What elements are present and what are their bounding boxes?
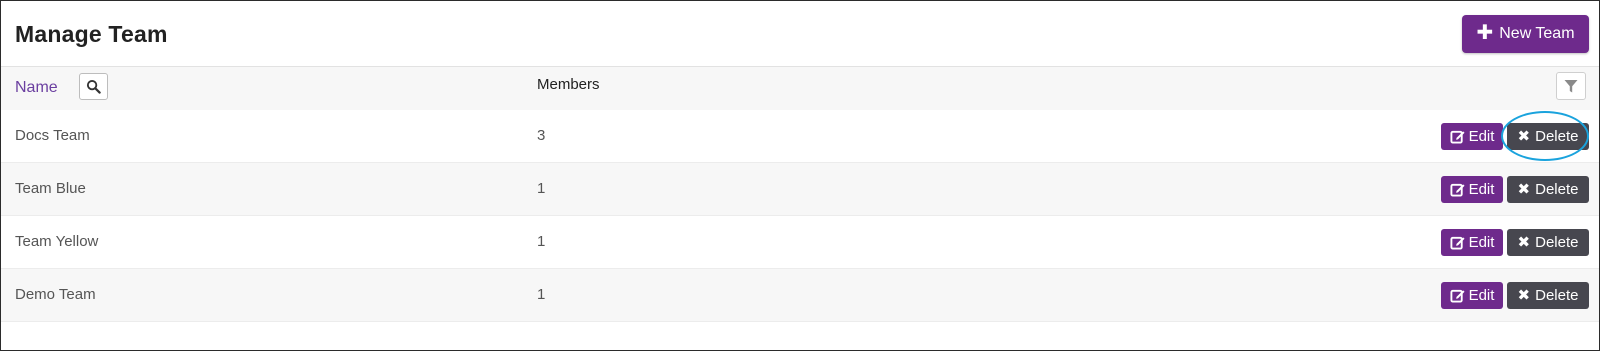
delete-button[interactable]: ✖ Delete — [1507, 176, 1589, 203]
edit-label: Edit — [1468, 234, 1495, 251]
team-table-body: Docs Team 3 Edit ✖ Delete Team Blue 1 Ed… — [1, 110, 1599, 322]
new-team-label: New Team — [1499, 25, 1575, 42]
close-icon: ✖ — [1517, 234, 1531, 251]
column-header-members: Members — [537, 76, 600, 93]
team-members-count: 1 — [537, 233, 546, 250]
team-members-count: 1 — [537, 286, 546, 303]
delete-button[interactable]: ✖ Delete — [1507, 123, 1589, 150]
panel-header: Manage Team ✚ New Team — [1, 1, 1599, 67]
edit-icon — [1450, 183, 1465, 197]
table-row: Docs Team 3 Edit ✖ Delete — [1, 110, 1599, 163]
edit-label: Edit — [1468, 181, 1495, 198]
table-row: Team Blue 1 Edit ✖ Delete — [1, 163, 1599, 216]
search-icon — [86, 79, 101, 94]
team-name: Demo Team — [15, 286, 96, 303]
team-name: Team Yellow — [15, 233, 99, 250]
team-name: Docs Team — [15, 127, 90, 144]
edit-icon — [1450, 236, 1465, 250]
edit-label: Edit — [1468, 287, 1495, 304]
plus-icon: ✚ — [1476, 22, 1494, 44]
delete-button[interactable]: ✖ Delete — [1507, 229, 1589, 256]
close-icon: ✖ — [1517, 287, 1531, 304]
table-row: Team Yellow 1 Edit ✖ Delete — [1, 216, 1599, 269]
table-header: Name Members — [1, 66, 1599, 111]
name-search-button[interactable] — [79, 73, 108, 100]
manage-team-panel: Manage Team ✚ New Team Name Members Docs… — [0, 0, 1600, 351]
edit-button[interactable]: Edit — [1441, 229, 1503, 256]
edit-button[interactable]: Edit — [1441, 123, 1503, 150]
new-team-button[interactable]: ✚ New Team — [1462, 15, 1589, 53]
team-members-count: 1 — [537, 180, 546, 197]
delete-label: Delete — [1535, 234, 1579, 251]
page-title: Manage Team — [15, 21, 168, 47]
column-header-name[interactable]: Name — [15, 79, 58, 97]
edit-button[interactable]: Edit — [1441, 176, 1503, 203]
edit-button[interactable]: Edit — [1441, 282, 1503, 309]
delete-label: Delete — [1535, 181, 1579, 198]
table-row: Demo Team 1 Edit ✖ Delete — [1, 269, 1599, 322]
edit-label: Edit — [1468, 128, 1495, 145]
filter-button[interactable] — [1556, 72, 1586, 100]
team-name: Team Blue — [15, 180, 86, 197]
team-members-count: 3 — [537, 127, 546, 144]
delete-button[interactable]: ✖ Delete — [1507, 282, 1589, 309]
delete-label: Delete — [1535, 287, 1579, 304]
close-icon: ✖ — [1517, 128, 1531, 145]
edit-icon — [1450, 289, 1465, 303]
delete-label: Delete — [1535, 128, 1579, 145]
edit-icon — [1450, 130, 1465, 144]
close-icon: ✖ — [1517, 181, 1531, 198]
filter-icon — [1564, 79, 1578, 92]
